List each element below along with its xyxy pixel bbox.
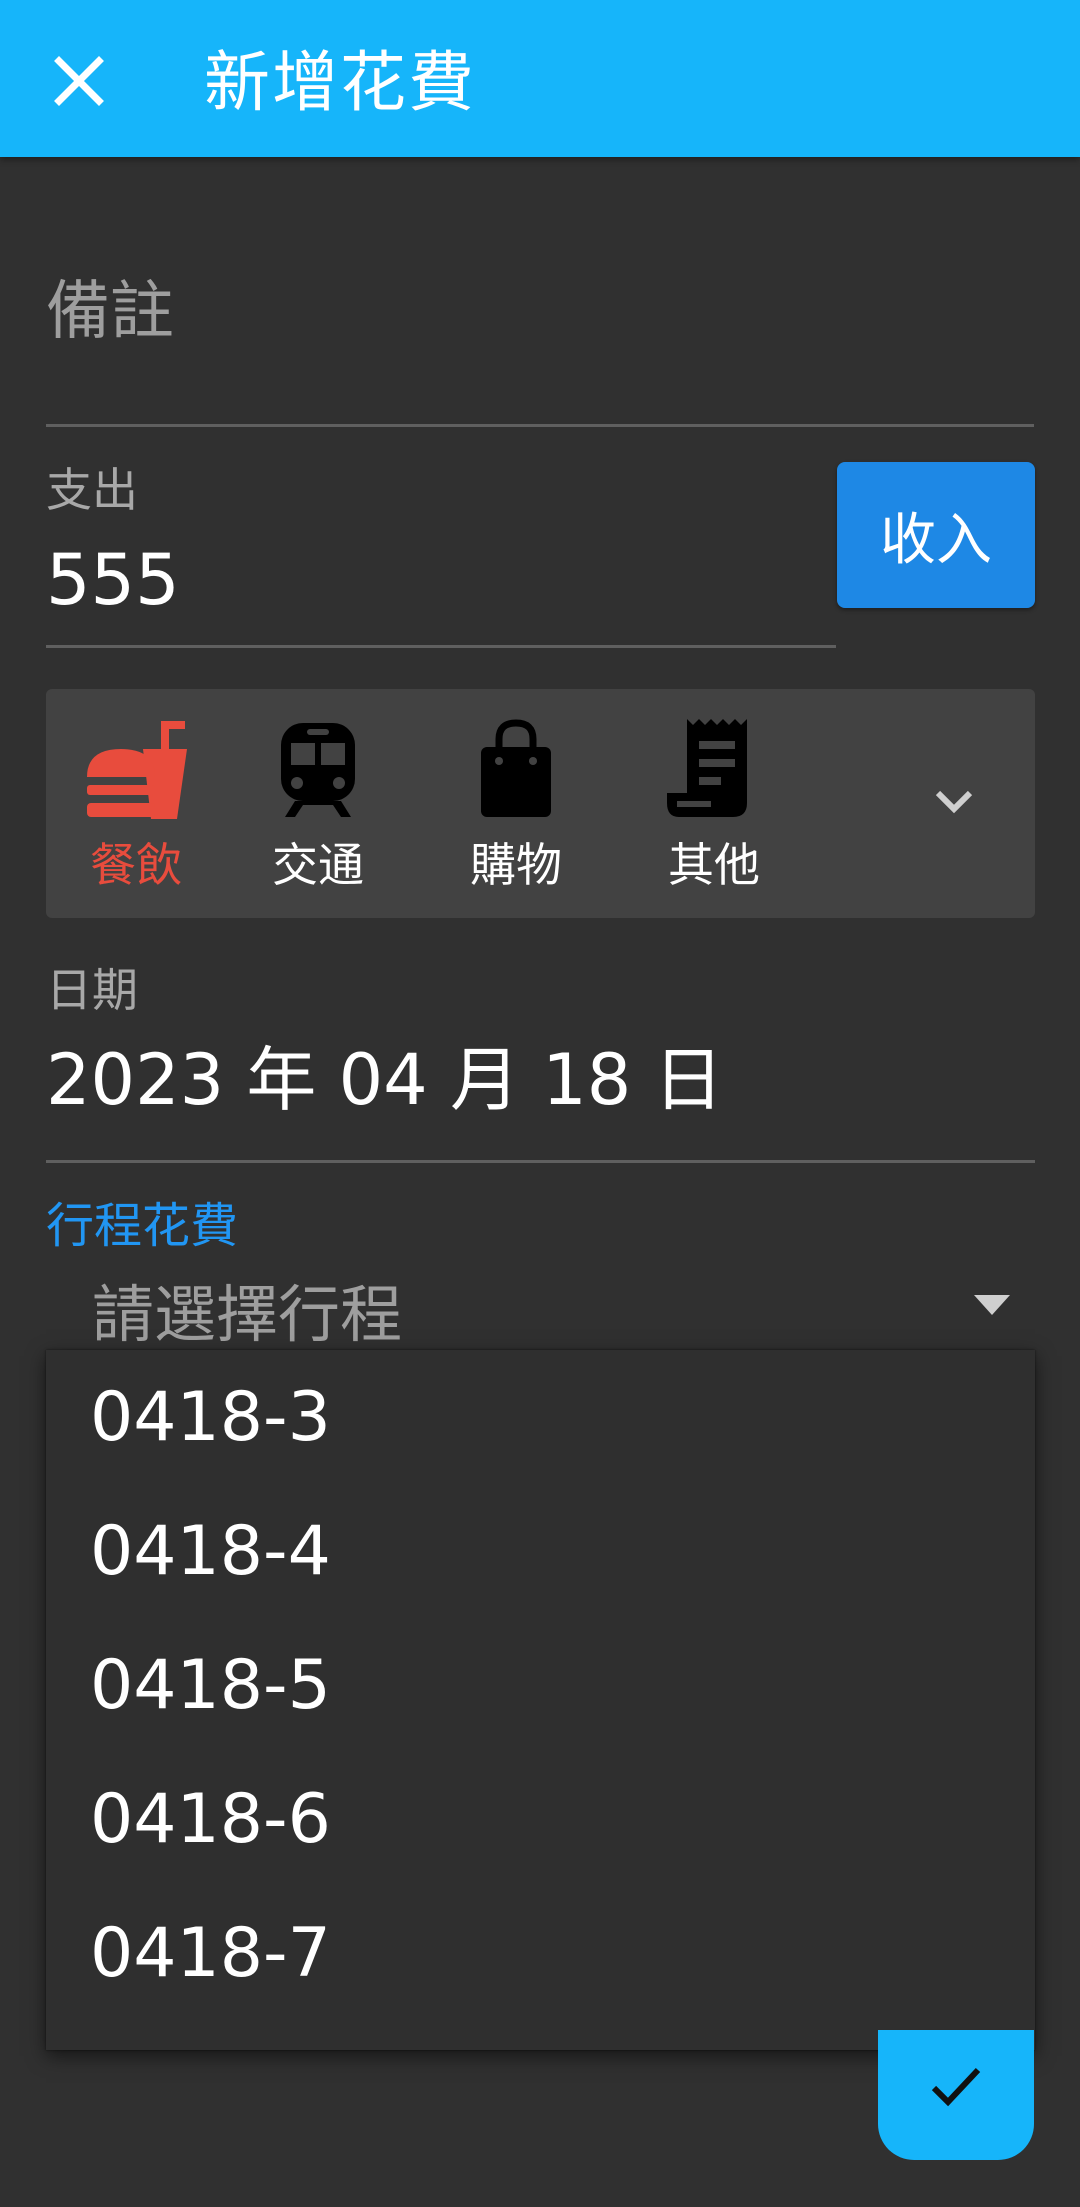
train-icon (281, 723, 355, 817)
shopping-bag-icon (481, 719, 551, 817)
trip-option[interactable]: 0418-6 (46, 1752, 1035, 1886)
category-food[interactable]: 餐飲 (46, 689, 226, 918)
trip-option-label: 0418-7 (90, 1914, 331, 1993)
amount-value: 555 (46, 539, 180, 621)
date-value: 2023 年 04 月 18 日 (46, 1039, 724, 1121)
income-button[interactable]: 收入 (837, 462, 1035, 608)
page-title: 新增花費 (204, 44, 476, 121)
category-shopping[interactable]: 購物 (426, 689, 606, 918)
expand-categories-button[interactable] (914, 761, 994, 841)
trip-select[interactable]: 請選擇行程 (92, 1270, 402, 1360)
trip-option[interactable]: 0418-5 (46, 1618, 1035, 1752)
amount-label: 支出 (46, 463, 138, 517)
trip-option[interactable]: 0418-3 (46, 1350, 1035, 1484)
trip-dropdown-menu: 0418-3 0418-4 0418-5 0418-6 0418-7 (46, 1350, 1035, 2050)
confirm-button[interactable] (878, 2030, 1034, 2160)
chevron-down-icon (935, 790, 973, 814)
category-other[interactable]: 其他 (624, 689, 804, 918)
category-selector: 餐飲 交通 購物 其他 (46, 689, 1035, 918)
close-button[interactable] (44, 46, 114, 116)
trip-option-label: 0418-3 (90, 1378, 331, 1457)
app-bar: 新增花費 (0, 0, 1080, 157)
trip-option[interactable]: 0418-4 (46, 1484, 1035, 1618)
trip-option-label: 0418-4 (90, 1512, 331, 1591)
dropdown-arrow-icon[interactable] (972, 1293, 1012, 1317)
check-icon (931, 2067, 981, 2107)
amount-input[interactable]: 支出 555 (46, 450, 836, 648)
date-label: 日期 (46, 963, 138, 1017)
category-transport[interactable]: 交通 (228, 689, 408, 918)
category-label: 購物 (470, 838, 562, 892)
fastfood-icon (87, 721, 187, 819)
close-icon (54, 56, 104, 106)
receipt-icon (667, 719, 747, 817)
trip-label: 行程花費 (46, 1198, 239, 1254)
trip-option-label: 0418-6 (90, 1780, 331, 1859)
date-field[interactable]: 日期 2023 年 04 月 18 日 (46, 950, 1035, 1163)
trip-option[interactable]: 0418-7 (46, 1886, 1035, 2020)
note-placeholder: 備註 (46, 275, 174, 349)
category-label: 交通 (272, 838, 364, 892)
category-label: 餐飲 (90, 838, 182, 892)
trip-option-label: 0418-5 (90, 1646, 331, 1725)
category-label: 其他 (668, 838, 760, 892)
note-input[interactable]: 備註 (46, 262, 1034, 427)
